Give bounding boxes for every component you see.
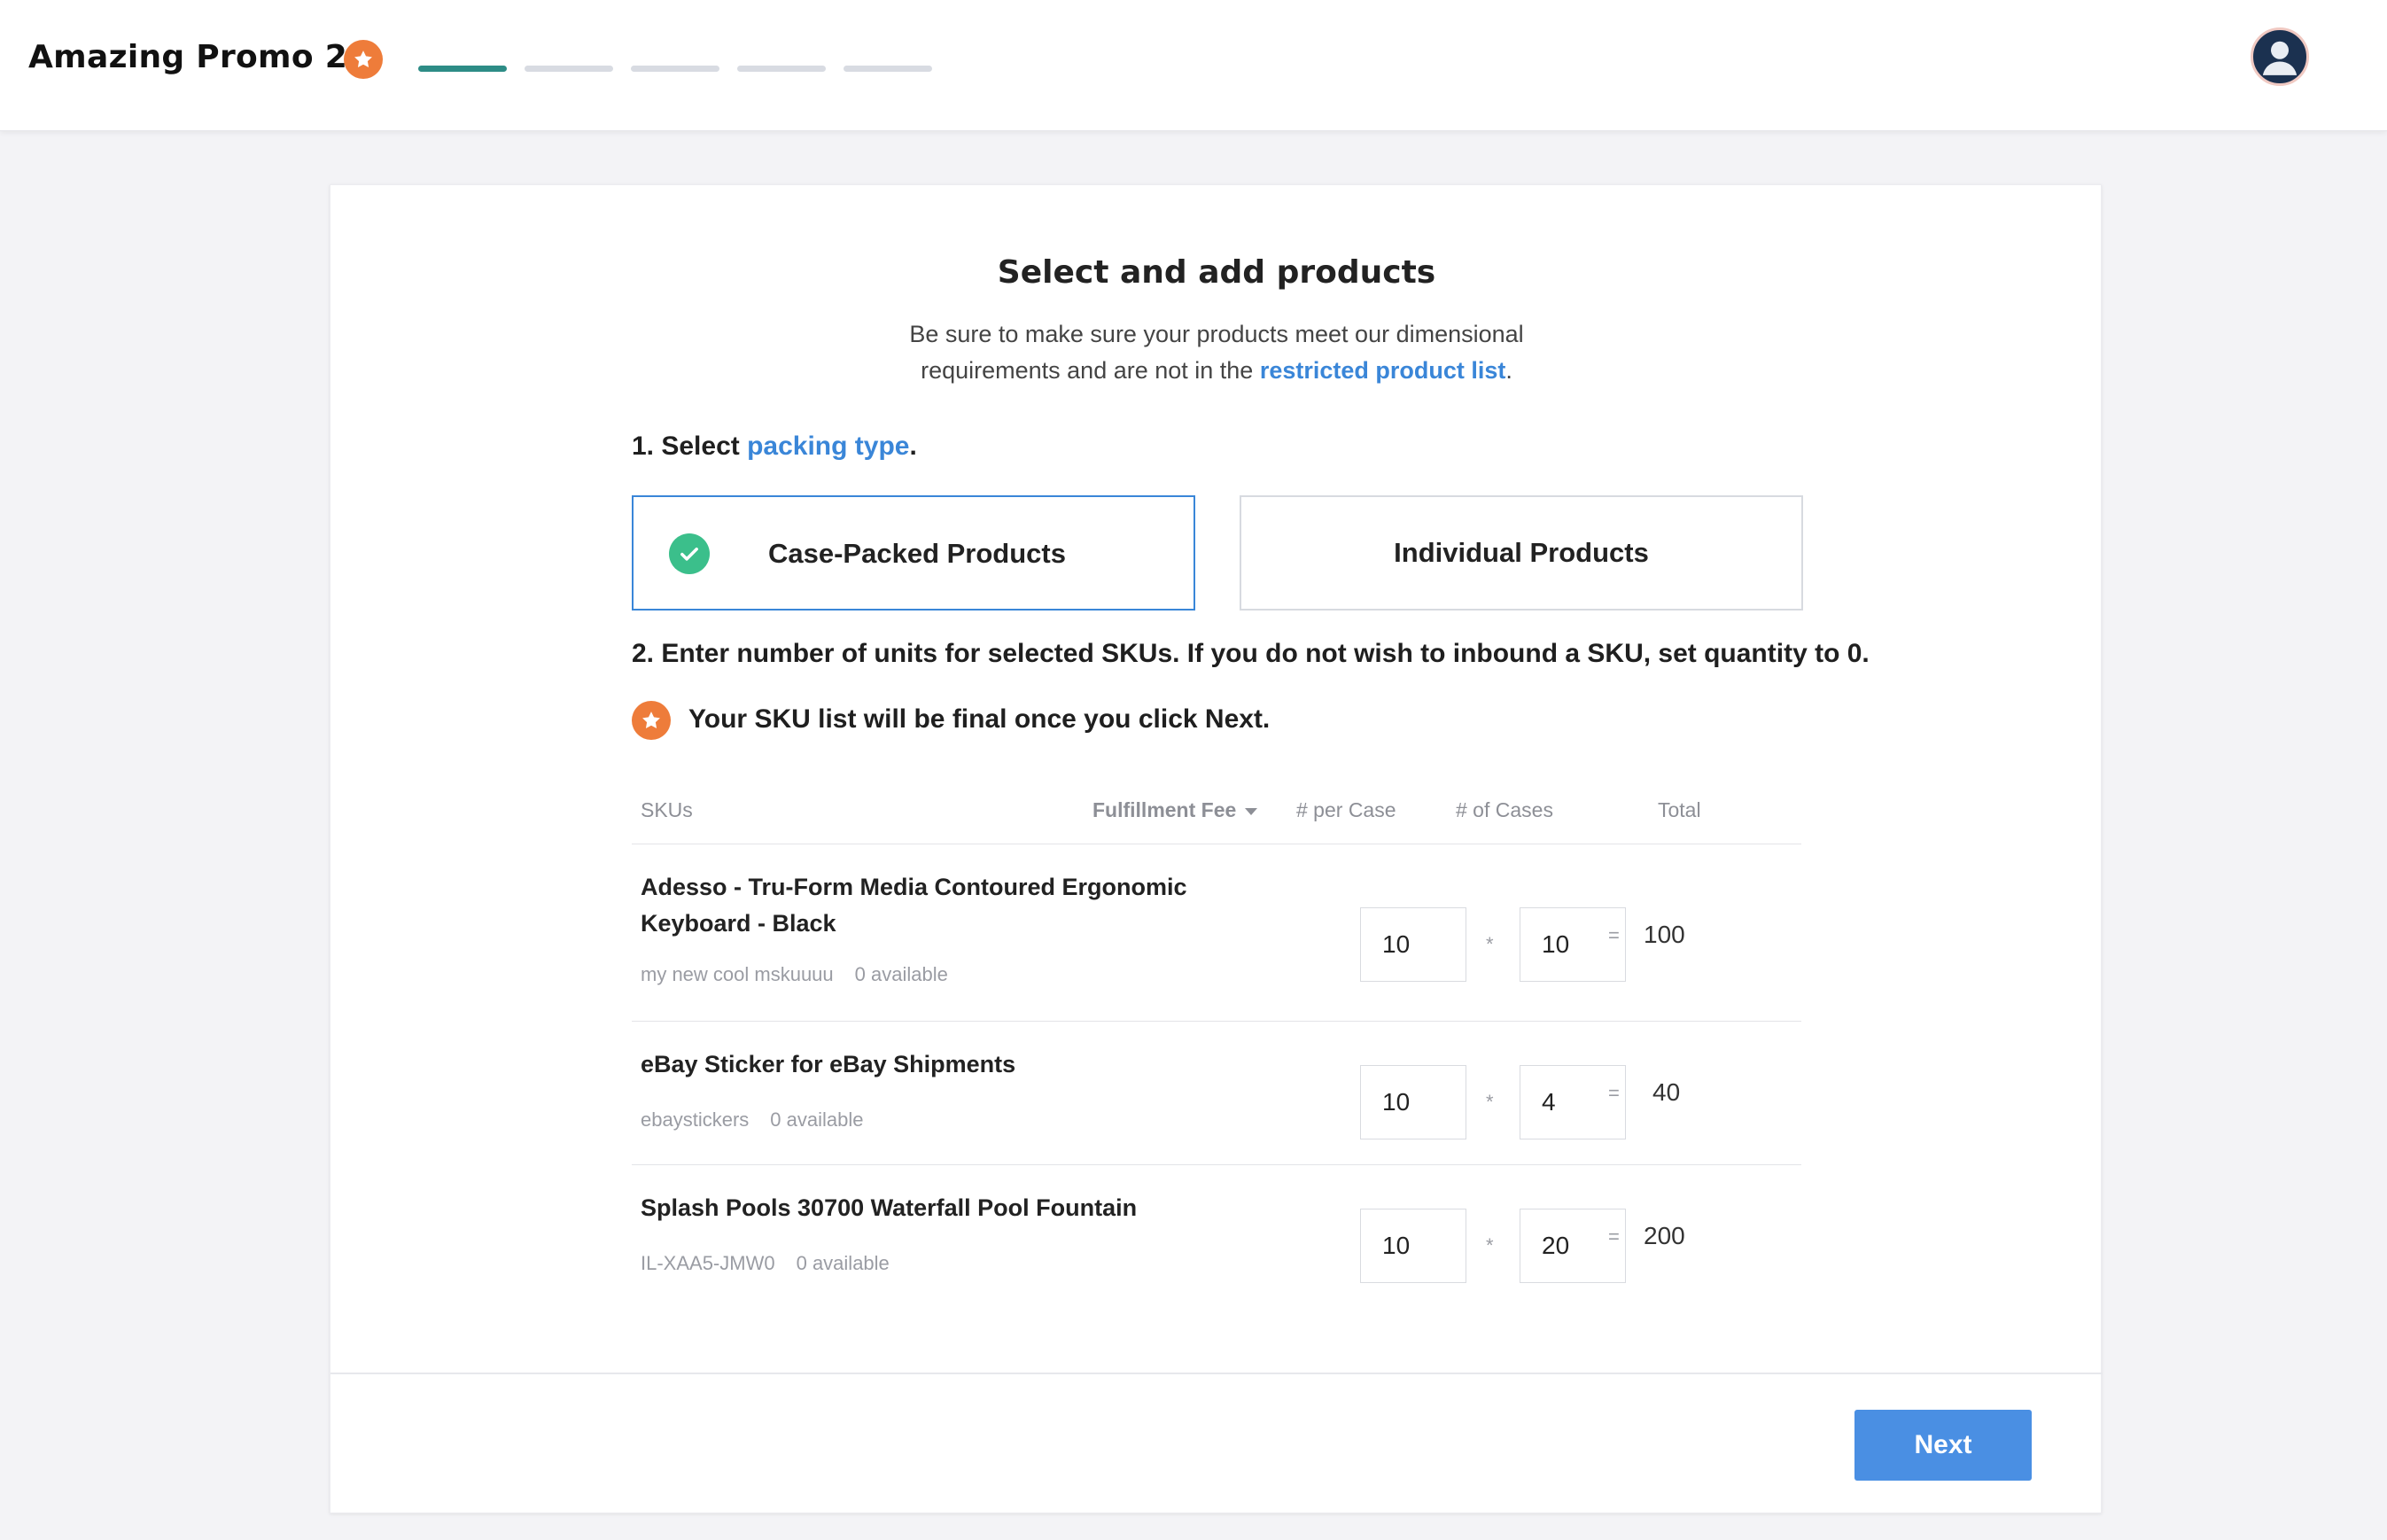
individual-products-option[interactable]: Individual Products	[1240, 495, 1803, 611]
step-2-label: 2. Enter number of units for selected SK…	[632, 639, 1870, 668]
check-icon	[669, 533, 710, 574]
progress-step	[631, 66, 719, 72]
column-header-fulfillment-fee[interactable]: Fulfillment Fee	[1092, 798, 1258, 822]
product-name: Adesso - Tru-Form Media Contoured Ergono…	[641, 874, 1187, 937]
per-case-input[interactable]: 10	[1360, 907, 1466, 982]
progress-step	[737, 66, 826, 72]
product-sku: my new cool mskuuuu	[641, 963, 834, 985]
table-row: eBay Sticker for eBay Shipments ebaystic…	[632, 1022, 1801, 1165]
per-case-input[interactable]: 10	[1360, 1209, 1466, 1283]
column-header-per-case: # per Case	[1296, 798, 1396, 821]
product-availability: 0 available	[796, 1252, 890, 1274]
product-name: eBay Sticker for eBay Shipments	[641, 1051, 1016, 1077]
star-icon	[632, 701, 671, 740]
multiply-sign: *	[1486, 1091, 1494, 1113]
fulfillment-fee-label: Fulfillment Fee	[1092, 798, 1237, 821]
product-availability: 0 available	[854, 963, 948, 985]
individual-products-label: Individual Products	[1394, 537, 1649, 568]
step-1-label: 1. Select packing type.	[632, 432, 917, 462]
final-list-warning: Your SKU list will be final once you cli…	[688, 704, 1271, 734]
description-line-2-suffix: .	[1505, 357, 1512, 384]
row-total: 200	[1644, 1222, 1685, 1249]
column-header-total: Total	[1658, 798, 1701, 821]
step-1-suffix: .	[909, 432, 917, 461]
column-header-skus: SKUs	[641, 798, 693, 821]
step-1-prefix: 1. Select	[632, 432, 748, 461]
equals-sign: =	[1608, 1082, 1620, 1104]
table-row: Splash Pools 30700 Waterfall Pool Founta…	[632, 1165, 1801, 1309]
restricted-product-list-link[interactable]: restricted product list	[1260, 357, 1506, 384]
multiply-sign: *	[1486, 933, 1494, 955]
caret-down-icon	[1245, 807, 1258, 815]
page-description: Be sure to make sure your products meet …	[330, 316, 2103, 389]
main-card: Select and add products Be sure to make …	[330, 184, 2103, 1513]
row-total: 100	[1644, 921, 1685, 948]
product-sku: ebaystickers	[641, 1108, 750, 1131]
equals-sign: =	[1608, 1225, 1620, 1248]
progress-step	[525, 66, 613, 72]
description-line-2-prefix: requirements and are not in the	[921, 357, 1260, 384]
product-meta: ebaystickers 0 available	[641, 1108, 863, 1132]
product-availability: 0 available	[770, 1108, 864, 1131]
progress-step	[844, 66, 932, 72]
case-packed-option[interactable]: Case-Packed Products	[632, 495, 1195, 611]
promo-title: Amazing Promo 2	[28, 39, 348, 75]
top-bar: Amazing Promo 2	[0, 0, 2387, 131]
product-name: Splash Pools 30700 Waterfall Pool Founta…	[641, 1194, 1138, 1221]
case-packed-label: Case-Packed Products	[768, 538, 1066, 569]
footer-divider	[330, 1373, 2103, 1374]
per-case-input[interactable]: 10	[1360, 1065, 1466, 1139]
description-line-1: Be sure to make sure your products meet …	[909, 321, 1524, 347]
product-meta: my new cool mskuuuu 0 available	[641, 963, 948, 986]
user-avatar-icon[interactable]	[2251, 27, 2309, 86]
product-sku: IL-XAA5-JMW0	[641, 1252, 775, 1274]
equals-sign: =	[1608, 924, 1620, 946]
table-row: Adesso - Tru-Form Media Contoured Ergono…	[632, 844, 1801, 1022]
progress-step	[418, 66, 507, 72]
product-meta: IL-XAA5-JMW0 0 available	[641, 1252, 890, 1275]
column-header-cases: # of Cases	[1456, 798, 1553, 821]
star-icon	[344, 40, 383, 79]
packing-type-link[interactable]: packing type	[747, 432, 909, 461]
page-title: Select and add products	[997, 254, 1436, 291]
row-total: 40	[1652, 1078, 1681, 1106]
next-button[interactable]: Next	[1854, 1410, 2032, 1481]
multiply-sign: *	[1486, 1234, 1494, 1256]
progress-steps	[418, 66, 932, 72]
sku-table-header: SKUs Fulfillment Fee # per Case # of Cas…	[632, 798, 1801, 844]
